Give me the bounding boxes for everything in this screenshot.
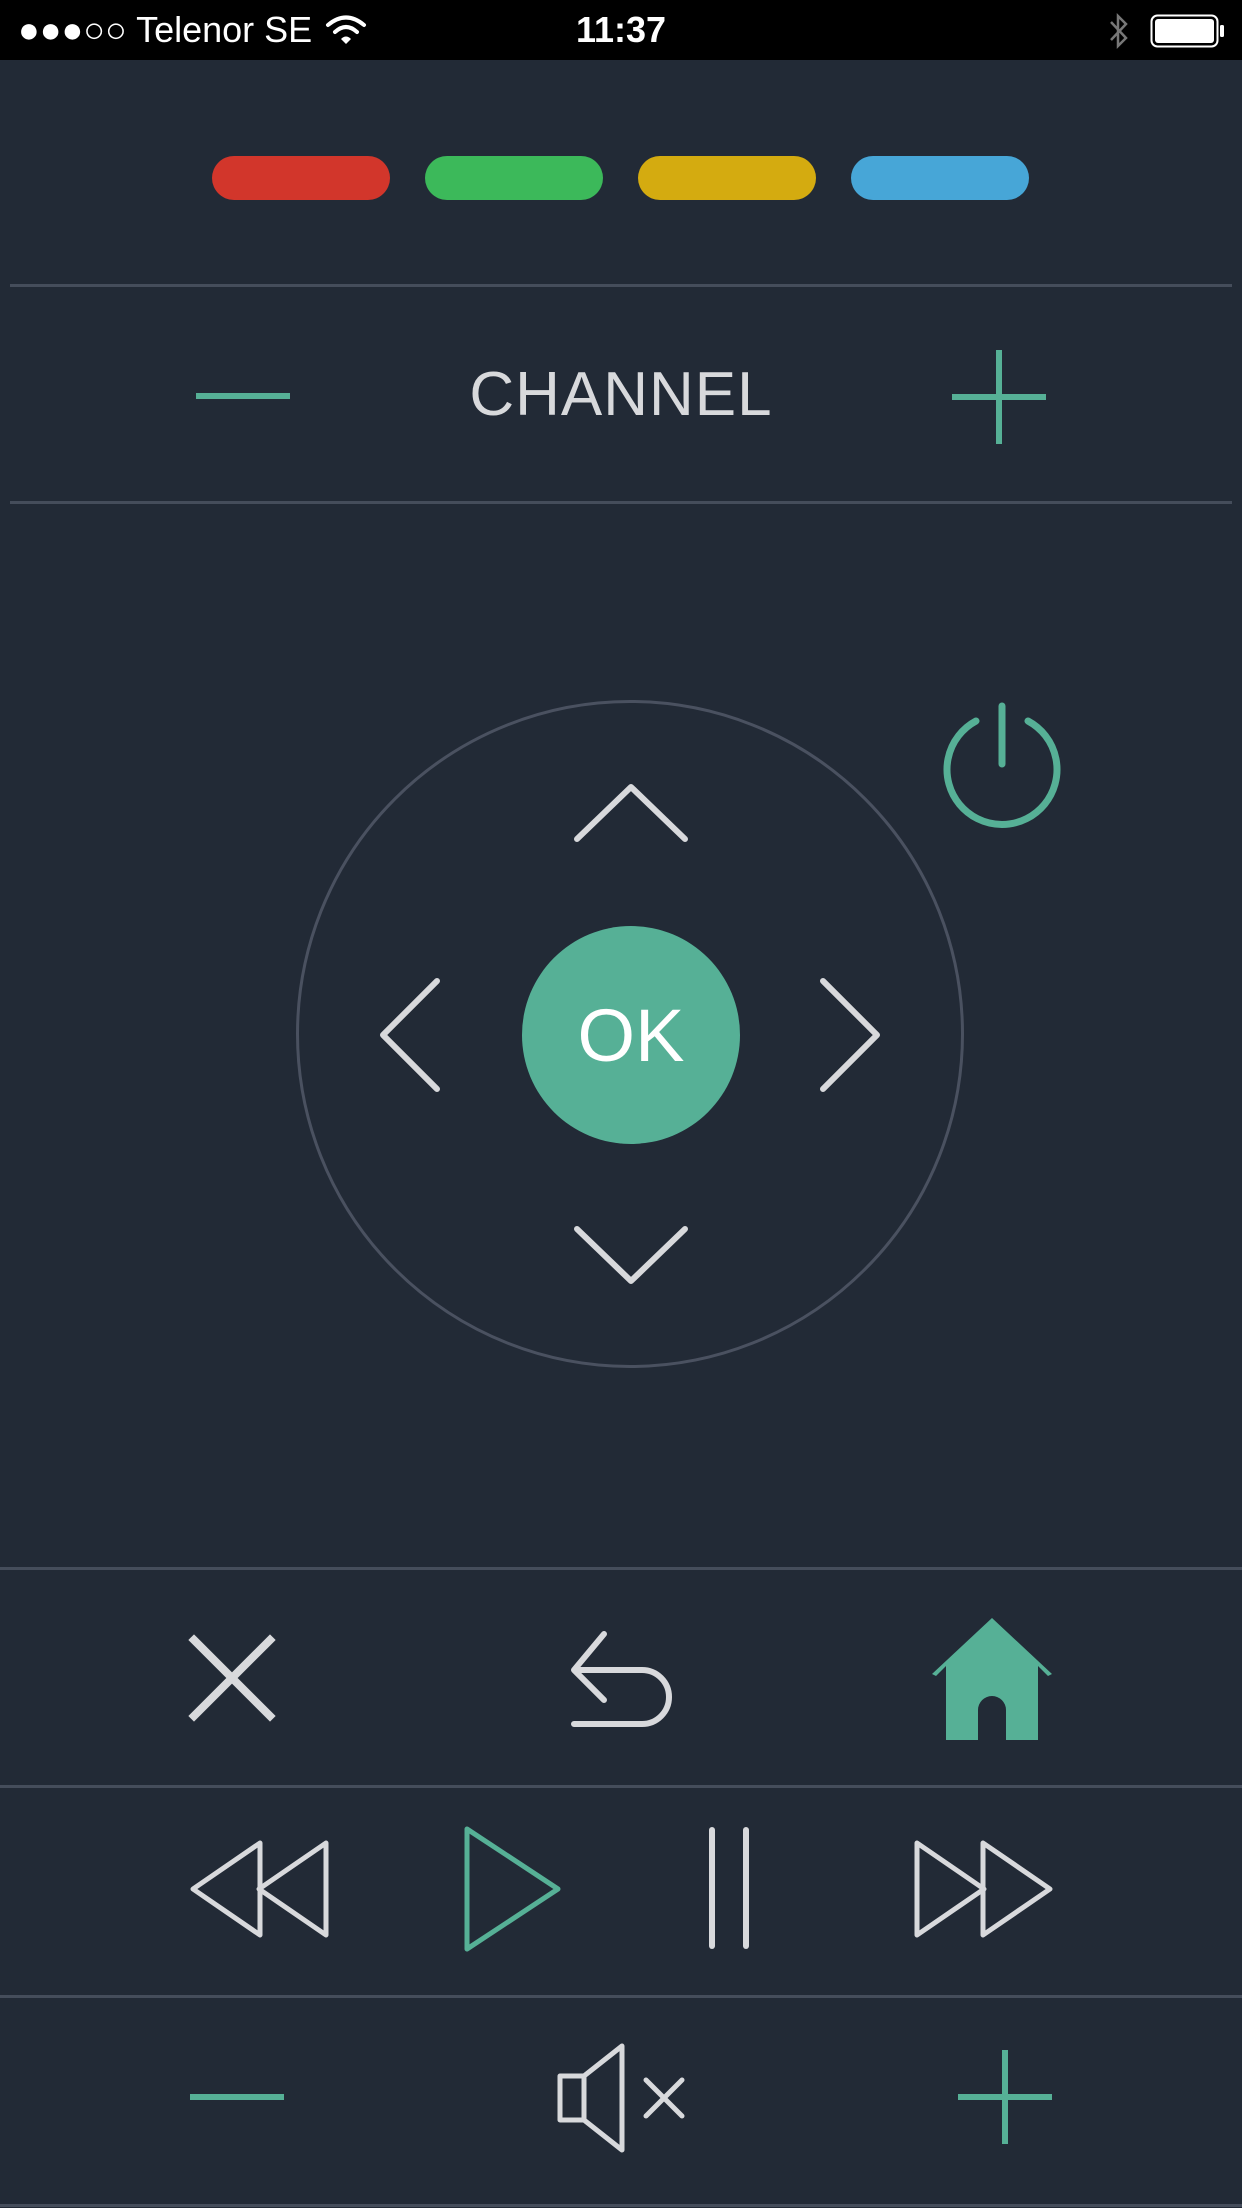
bluetooth-icon [1110, 12, 1128, 50]
divider [0, 2204, 1242, 2207]
plus-icon [952, 350, 1046, 444]
channel-label: CHANNEL [469, 360, 773, 429]
divider [0, 1785, 1242, 1788]
divider [0, 1567, 1242, 1570]
mute-icon[interactable] [556, 2043, 686, 2153]
fast-forward-icon[interactable] [912, 1838, 1054, 1940]
channel-up-button[interactable] [952, 350, 1046, 444]
divider [0, 1995, 1242, 1998]
ok-label: OK [577, 993, 685, 1077]
chevron-left-icon[interactable] [378, 976, 442, 1094]
back-icon[interactable] [566, 1628, 674, 1730]
divider [10, 501, 1232, 504]
green-key[interactable] [425, 156, 603, 200]
power-icon[interactable] [940, 700, 1064, 834]
blue-key[interactable] [851, 156, 1029, 200]
pause-icon[interactable] [706, 1826, 752, 1950]
chevron-right-icon[interactable] [818, 976, 882, 1094]
battery-icon [1150, 14, 1224, 48]
rewind-icon[interactable] [188, 1838, 330, 1940]
chevron-down-icon[interactable] [572, 1224, 690, 1286]
status-time: 11:37 [575, 9, 667, 50]
play-icon[interactable] [462, 1824, 564, 1954]
chevron-up-icon[interactable] [572, 782, 690, 844]
divider [10, 284, 1232, 287]
red-key[interactable] [212, 156, 390, 200]
yellow-key[interactable] [638, 156, 816, 200]
ok-button[interactable]: OK [522, 926, 740, 1144]
status-bar: ●●●○○ Telenor SE 11:37 [0, 0, 1242, 60]
volume-down-icon[interactable] [190, 2082, 284, 2112]
home-icon[interactable] [930, 1618, 1054, 1740]
volume-up-icon[interactable] [958, 2050, 1052, 2144]
close-icon[interactable] [188, 1634, 276, 1722]
